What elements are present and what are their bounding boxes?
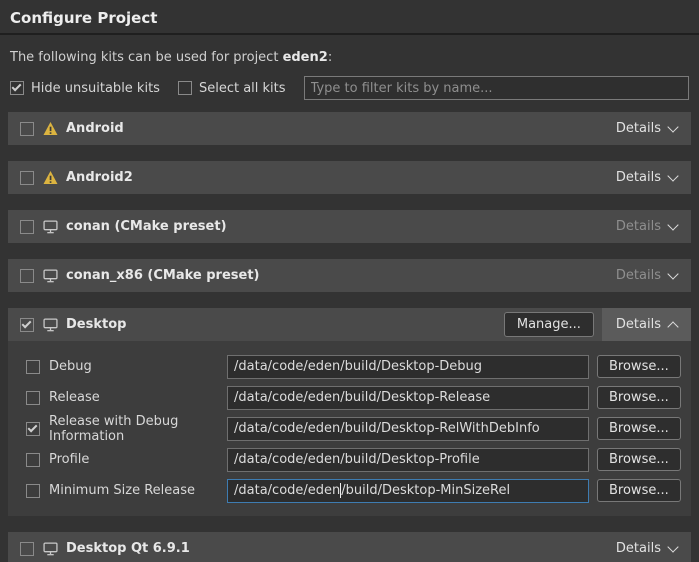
project-name: eden2 [283, 50, 328, 65]
chevron-down-icon [667, 541, 678, 552]
select-all-kits-label: Select all kits [199, 81, 286, 96]
details-label: Details [616, 170, 661, 185]
details-label: Details [616, 219, 661, 234]
config-label: Release [49, 390, 227, 405]
browse-button[interactable]: Browse... [597, 417, 681, 440]
config-label: Profile [49, 452, 227, 467]
select-all-kits-checkbox[interactable]: Select all kits [178, 81, 286, 96]
dialog-header: Configure Project [0, 0, 699, 35]
monitor-icon [43, 542, 58, 556]
chevron-down-icon [667, 219, 678, 230]
kit-android: Android Details [8, 112, 691, 145]
build-dir-input[interactable]: /data/code/eden/build/Desktop-Debug [227, 355, 589, 379]
kit-desktop: Desktop Manage... Details Debug /data/co… [8, 308, 691, 516]
browse-button[interactable]: Browse... [597, 448, 681, 471]
config-checkbox[interactable] [26, 484, 40, 498]
kit-name: conan_x86 (CMake preset) [66, 268, 260, 283]
build-dir-input[interactable]: /data/code/eden/build/Desktop-Profile [227, 448, 589, 472]
kit-name: Android [66, 121, 124, 136]
hide-unsuitable-kits-label: Hide unsuitable kits [31, 81, 160, 96]
kit-row: conan (CMake preset) Details [8, 210, 691, 243]
build-dir-value: /data/code/eden/build/Desktop-RelWithDeb… [234, 421, 540, 436]
build-dir-value: /build/Desktop-MinSizeRel [341, 483, 510, 498]
kit-filter-controls: Hide unsuitable kits Select all kits [10, 76, 689, 100]
config-label: Release with Debug Information [49, 414, 227, 444]
details-toggle[interactable]: Details [602, 210, 691, 243]
config-label: Minimum Size Release [49, 483, 227, 498]
monitor-icon [43, 318, 58, 332]
manage-kits-button[interactable]: Manage... [504, 312, 594, 337]
config-checkbox[interactable] [26, 391, 40, 405]
kit-row: Desktop Qt 6.9.1 Details [8, 532, 691, 562]
details-label: Details [616, 268, 661, 283]
browse-button[interactable]: Browse... [597, 386, 681, 409]
kit-name: Android2 [66, 170, 133, 185]
checkbox-icon [178, 81, 192, 95]
monitor-icon [43, 269, 58, 283]
kit-row: conan_x86 (CMake preset) Details [8, 259, 691, 292]
kits-description-suffix: : [328, 50, 332, 65]
details-label: Details [616, 541, 661, 556]
config-row-debug: Debug /data/code/eden/build/Desktop-Debu… [26, 354, 679, 379]
kit-name: Desktop [66, 317, 126, 332]
details-toggle[interactable]: Details [602, 259, 691, 292]
kit-name: conan (CMake preset) [66, 219, 227, 234]
kit-row: Android Details [8, 112, 691, 145]
check-icon [22, 318, 32, 328]
config-row-relwithdebinfo: Release with Debug Information /data/cod… [26, 416, 679, 441]
kit-checkbox[interactable] [20, 122, 34, 136]
config-row-minsizerel: Minimum Size Release /data/code/eden/bui… [26, 478, 679, 503]
details-toggle[interactable]: Details [602, 308, 691, 341]
build-dir-value: /data/code/eden/build/Desktop-Release [234, 390, 490, 405]
build-dir-value: /data/code/eden/build/Desktop-Profile [234, 452, 480, 467]
kit-row: Android2 Details [8, 161, 691, 194]
build-dir-value: /data/code/eden/build/Desktop-Debug [234, 359, 482, 374]
browse-button[interactable]: Browse... [597, 479, 681, 502]
kit-name: Desktop Qt 6.9.1 [66, 541, 190, 556]
chevron-down-icon [667, 121, 678, 132]
kits-description-text: The following kits can be used for proje… [10, 50, 283, 65]
config-checkbox[interactable] [26, 422, 40, 436]
kit-list: Android Details Android2 Details [8, 112, 691, 562]
build-dir-value: /data/code/eden [234, 483, 340, 498]
kit-checkbox[interactable] [20, 220, 34, 234]
kit-checkbox[interactable] [20, 171, 34, 185]
kit-checkbox[interactable] [20, 318, 34, 332]
chevron-down-icon [667, 170, 678, 181]
kit-conan-x86: conan_x86 (CMake preset) Details [8, 259, 691, 292]
kit-filter-input[interactable] [304, 76, 689, 100]
kit-checkbox[interactable] [20, 269, 34, 283]
config-checkbox[interactable] [26, 360, 40, 374]
chevron-up-icon [667, 321, 678, 332]
kit-checkbox[interactable] [20, 542, 34, 556]
check-icon [12, 82, 22, 92]
desktop-build-config-panel: Debug /data/code/eden/build/Desktop-Debu… [8, 341, 691, 516]
config-row-release: Release /data/code/eden/build/Desktop-Re… [26, 385, 679, 410]
details-label: Details [616, 121, 661, 136]
build-dir-input-focused[interactable]: /data/code/eden/build/Desktop-MinSizeRel [227, 479, 589, 503]
check-icon [28, 422, 38, 432]
checkbox-icon [10, 81, 24, 95]
details-label: Details [616, 317, 661, 332]
kits-description: The following kits can be used for proje… [10, 50, 689, 65]
build-dir-input[interactable]: /data/code/eden/build/Desktop-Release [227, 386, 589, 410]
kit-row: Desktop Manage... Details [8, 308, 691, 341]
browse-button[interactable]: Browse... [597, 355, 681, 378]
config-row-profile: Profile /data/code/eden/build/Desktop-Pr… [26, 447, 679, 472]
chevron-down-icon [667, 268, 678, 279]
page-title: Configure Project [10, 9, 689, 27]
kit-desktop-qt-691: Desktop Qt 6.9.1 Details [8, 532, 691, 562]
details-toggle[interactable]: Details [602, 112, 691, 145]
config-checkbox[interactable] [26, 453, 40, 467]
monitor-icon [43, 220, 58, 234]
details-toggle[interactable]: Details [602, 532, 691, 562]
hide-unsuitable-kits-checkbox[interactable]: Hide unsuitable kits [10, 81, 160, 96]
kit-android2: Android2 Details [8, 161, 691, 194]
kit-conan: conan (CMake preset) Details [8, 210, 691, 243]
warning-icon [43, 171, 58, 184]
config-label: Debug [49, 359, 227, 374]
details-toggle[interactable]: Details [602, 161, 691, 194]
warning-icon [43, 122, 58, 135]
build-dir-input[interactable]: /data/code/eden/build/Desktop-RelWithDeb… [227, 417, 589, 441]
